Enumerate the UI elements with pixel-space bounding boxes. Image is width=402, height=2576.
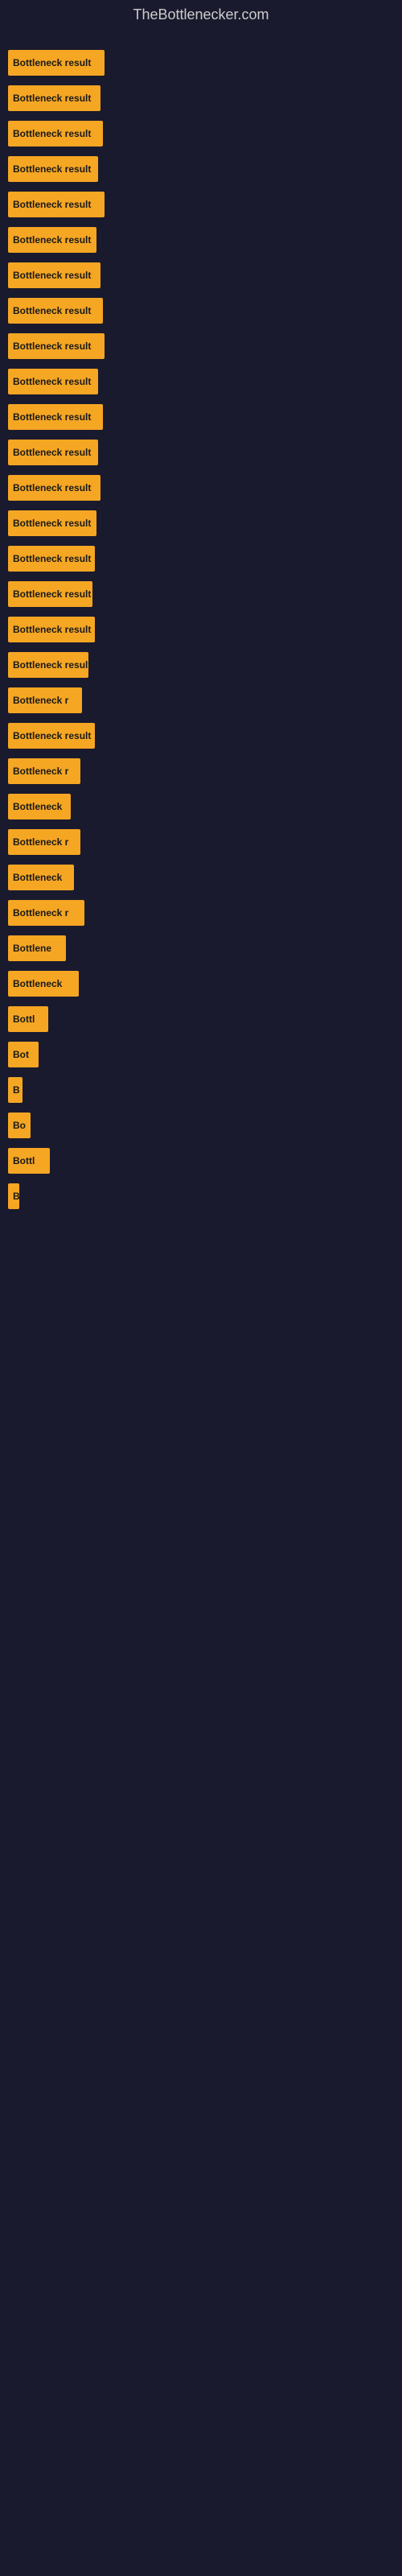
bar-row: Bottleneck result [8, 471, 394, 505]
bar-row: Bottleneck [8, 861, 394, 894]
bottleneck-bar: Bottleneck result [8, 85, 100, 111]
bottleneck-bar: Bottleneck result [8, 262, 100, 288]
bar-row: Bottleneck [8, 790, 394, 824]
bottleneck-bar: Bottleneck result [8, 546, 95, 572]
site-title: TheBottlenecker.com [0, 0, 402, 30]
bottleneck-bar: Bottleneck result [8, 192, 105, 217]
bar-row: Bottleneck result [8, 294, 394, 328]
bottleneck-bar: B [8, 1183, 19, 1209]
bar-row: Bot [8, 1038, 394, 1071]
bottleneck-bar: Bottleneck result [8, 723, 95, 749]
bottleneck-bar: Bottleneck r [8, 758, 80, 784]
bottleneck-bar: Bottleneck result [8, 440, 98, 465]
bottleneck-bar: Bottl [8, 1148, 50, 1174]
bar-row: Bottleneck r [8, 825, 394, 859]
bar-row: Bottleneck result [8, 506, 394, 540]
bottleneck-bar: Bottl [8, 1006, 48, 1032]
bar-row: Bottleneck result [8, 223, 394, 257]
bar-row: Bottleneck result [8, 117, 394, 151]
bottleneck-bar: Bottleneck r [8, 900, 84, 926]
bar-row: Bottleneck [8, 967, 394, 1001]
bottleneck-bar: Bot [8, 1042, 39, 1067]
bottleneck-bar: Bottleneck result [8, 652, 88, 678]
bar-row: B [8, 1179, 394, 1213]
bottleneck-bar: Bottleneck result [8, 510, 96, 536]
bar-row: Bottleneck result [8, 152, 394, 186]
bottleneck-bar: Bottleneck result [8, 298, 103, 324]
bar-row: B [8, 1073, 394, 1107]
bar-row: Bottl [8, 1144, 394, 1178]
bottleneck-bar: Bo [8, 1113, 31, 1138]
bar-row: Bottl [8, 1002, 394, 1036]
bar-row: Bottleneck result [8, 719, 394, 753]
bottleneck-bar: Bottleneck r [8, 687, 82, 713]
bottleneck-bar: Bottleneck result [8, 333, 105, 359]
bottleneck-bar: Bottlene [8, 935, 66, 961]
bar-row: Bottleneck result [8, 258, 394, 292]
bar-row: Bo [8, 1108, 394, 1142]
bar-row: Bottleneck result [8, 436, 394, 469]
bottleneck-bar: Bottleneck result [8, 50, 105, 76]
bar-row: Bottleneck result [8, 400, 394, 434]
bar-row: Bottleneck r [8, 896, 394, 930]
bottleneck-bar: Bottleneck r [8, 829, 80, 855]
bottleneck-bar: Bottleneck result [8, 121, 103, 147]
bottleneck-bar: Bottleneck [8, 794, 71, 819]
bar-row: Bottleneck result [8, 577, 394, 611]
bar-row: Bottleneck result [8, 81, 394, 115]
bottleneck-bar: Bottleneck result [8, 617, 95, 642]
bar-row: Bottleneck r [8, 683, 394, 717]
bottleneck-bar: Bottleneck [8, 971, 79, 997]
bar-row: Bottlene [8, 931, 394, 965]
bars-container: Bottleneck result Bottleneck result Bottle… [8, 38, 394, 1223]
bottleneck-bar: Bottleneck result [8, 581, 92, 607]
bottleneck-bar: Bottleneck [8, 865, 74, 890]
bar-row: Bottleneck result [8, 365, 394, 398]
bottleneck-bar: Bottleneck result [8, 475, 100, 501]
bar-row: Bottleneck result [8, 329, 394, 363]
bottleneck-bar: B [8, 1077, 23, 1103]
bottleneck-bar: Bottleneck result [8, 369, 98, 394]
chart-area: Bottleneck result Bottleneck result Bottle… [0, 30, 402, 1231]
bottleneck-bar: Bottleneck result [8, 404, 103, 430]
bottleneck-bar: Bottleneck result [8, 156, 98, 182]
bottleneck-bar: Bottleneck result [8, 227, 96, 253]
bar-row: Bottleneck result [8, 542, 394, 576]
bar-row: Bottleneck result [8, 648, 394, 682]
bar-row: Bottleneck result [8, 613, 394, 646]
bar-row: Bottleneck result [8, 46, 394, 80]
bar-row: Bottleneck r [8, 754, 394, 788]
bar-row: Bottleneck result [8, 188, 394, 221]
